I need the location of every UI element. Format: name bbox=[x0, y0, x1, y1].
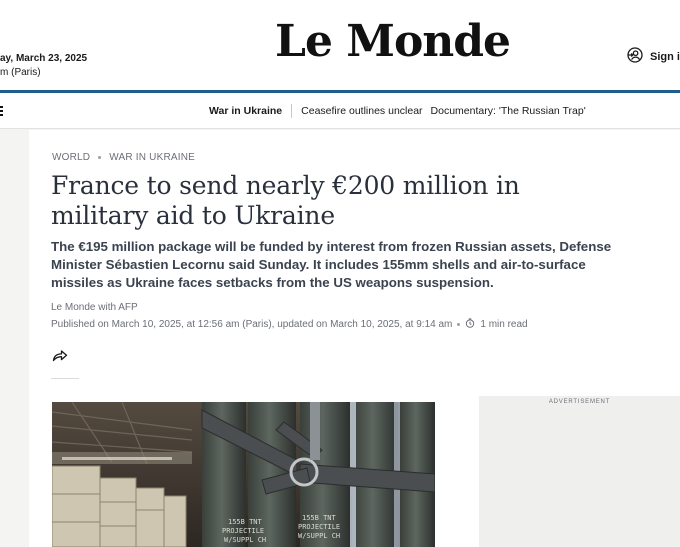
nav-separator bbox=[291, 104, 293, 118]
article-byline: Le Monde with AFP bbox=[51, 302, 138, 313]
le-monde-logo[interactable]: Le Monde bbox=[275, 14, 511, 70]
publication-dates: Published on March 10, 2025, at 12:56 am… bbox=[51, 319, 453, 330]
nav-items: War in Ukraine Ceasefire outlines unclea… bbox=[209, 93, 586, 129]
read-time: 1 min read bbox=[480, 319, 528, 330]
shell-marking-5: PROJECTILE bbox=[298, 523, 340, 531]
share-divider bbox=[51, 378, 79, 379]
publication-info: Published on March 10, 2025, at 12:56 am… bbox=[51, 318, 528, 331]
edition-time: m (Paris) bbox=[0, 67, 41, 78]
menu-icon[interactable] bbox=[0, 106, 3, 116]
meta-dot bbox=[457, 323, 461, 326]
clock-icon bbox=[465, 318, 480, 331]
masthead: ay, March 23, 2025 m (Paris) Le Monde Si… bbox=[0, 0, 680, 90]
sign-in-button[interactable]: Sign in bbox=[627, 46, 680, 68]
breadcrumb: WORLD WAR IN UKRAINE bbox=[52, 152, 195, 163]
breadcrumb-war-in-ukraine[interactable]: WAR IN UKRAINE bbox=[109, 152, 195, 163]
advertisement-label: ADVERTISEMENT bbox=[548, 399, 611, 405]
breadcrumb-dot bbox=[98, 156, 102, 159]
shell-marking-6: W/SUPPL CH bbox=[298, 532, 340, 540]
article-photo[interactable]: 155B TNT PROJECTILE W/SUPPL CH 155B TNT … bbox=[52, 402, 435, 547]
article-standfirst: The €195 million package will be funded … bbox=[51, 239, 612, 290]
shell-marking-3: W/SUPPL CH bbox=[224, 536, 266, 544]
advertisement-slot[interactable]: ADVERTISEMENT bbox=[479, 396, 680, 547]
share-icon[interactable] bbox=[52, 348, 68, 362]
artillery-shells-image: 155B TNT PROJECTILE W/SUPPL CH 155B TNT … bbox=[52, 402, 435, 547]
nav-item-documentary[interactable]: Documentary: 'The Russian Trap' bbox=[431, 105, 586, 117]
shell-marking-4: 155B TNT bbox=[302, 514, 337, 522]
breadcrumb-world[interactable]: WORLD bbox=[52, 152, 90, 163]
shell-marking-1: 155B TNT bbox=[228, 518, 263, 526]
user-signin-icon bbox=[627, 46, 643, 68]
nav-item-ceasefire[interactable]: Ceasefire outlines unclear bbox=[301, 105, 422, 117]
article-headline: France to send nearly €200 million in mi… bbox=[51, 171, 520, 230]
current-date: ay, March 23, 2025 bbox=[0, 53, 88, 64]
nav-item-war-in-ukraine[interactable]: War in Ukraine bbox=[209, 105, 282, 117]
sign-in-label: Sign in bbox=[650, 51, 680, 63]
shell-marking-2: PROJECTILE bbox=[222, 527, 264, 535]
topic-nav: War in Ukraine Ceasefire outlines unclea… bbox=[0, 93, 680, 129]
